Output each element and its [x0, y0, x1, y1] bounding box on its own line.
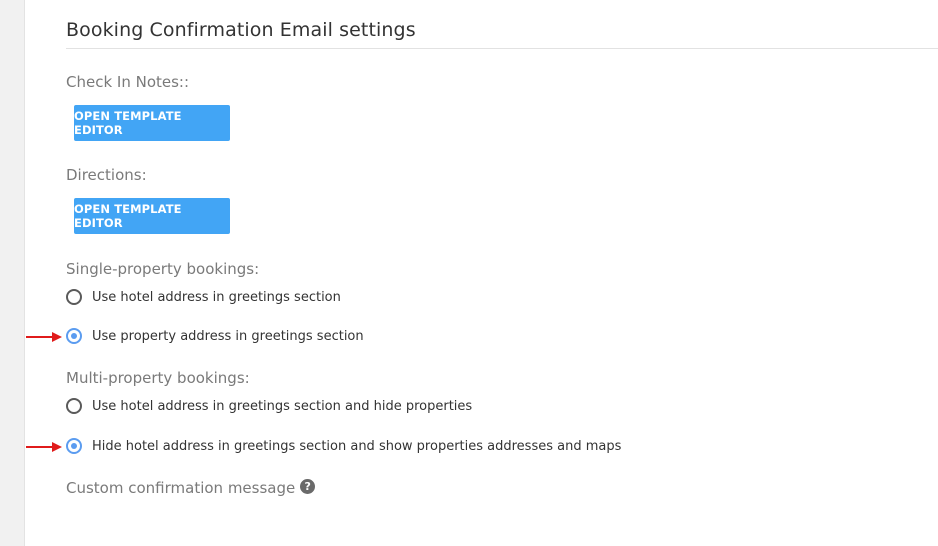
- radio-button[interactable]: [66, 289, 82, 305]
- directions-open-editor-button[interactable]: OPEN TEMPLATE EDITOR: [74, 198, 230, 234]
- section-title: Booking Confirmation Email settings: [66, 19, 416, 41]
- single-property-option-property-address[interactable]: Use property address in greetings sectio…: [66, 328, 364, 344]
- multi-property-label: Multi-property bookings:: [66, 369, 250, 387]
- title-divider: [66, 48, 938, 49]
- radio-label: Hide hotel address in greetings section …: [92, 438, 622, 454]
- multi-property-option-show-addresses-maps[interactable]: Hide hotel address in greetings section …: [66, 438, 621, 454]
- radio-label: Use property address in greetings sectio…: [92, 328, 364, 344]
- custom-message-text: Custom confirmation message: [66, 479, 296, 497]
- radio-label: Use hotel address in greetings section: [92, 289, 341, 305]
- annotation-arrow-icon: [26, 332, 62, 342]
- check-in-notes-open-editor-button[interactable]: OPEN TEMPLATE EDITOR: [74, 105, 230, 141]
- check-in-notes-label: Check In Notes::: [66, 73, 190, 91]
- custom-confirmation-message-label: Custom confirmation message?: [66, 479, 316, 497]
- radio-button-selected[interactable]: [66, 328, 82, 344]
- single-property-label: Single-property bookings:: [66, 260, 260, 278]
- radio-button-selected[interactable]: [66, 438, 82, 454]
- annotation-arrow-icon: [26, 442, 62, 452]
- help-icon[interactable]: ?: [300, 479, 316, 494]
- radio-button[interactable]: [66, 398, 82, 414]
- radio-label: Use hotel address in greetings section a…: [92, 398, 473, 414]
- directions-label: Directions:: [66, 166, 147, 184]
- single-property-option-hotel-address[interactable]: Use hotel address in greetings section: [66, 289, 341, 305]
- multi-property-option-hide-properties[interactable]: Use hotel address in greetings section a…: [66, 398, 472, 414]
- left-sidebar-strip: [0, 0, 25, 546]
